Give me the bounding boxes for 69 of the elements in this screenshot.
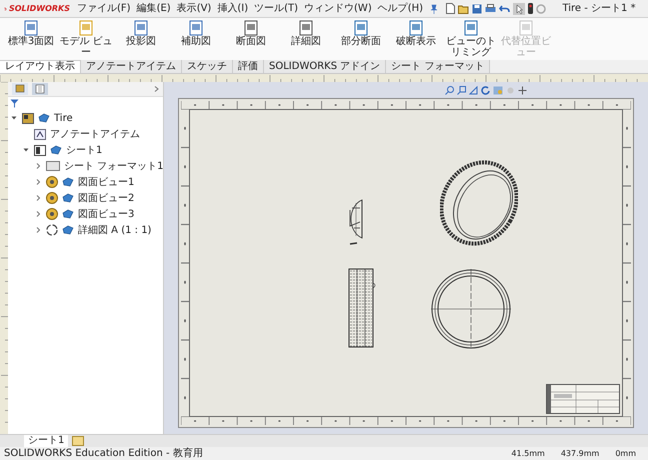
property-tab-icon[interactable] [32,83,48,95]
part-icon [62,177,74,187]
menu-item[interactable]: 挿入(I) [214,4,252,14]
tree-item[interactable]: アノテートアイテム [50,126,140,142]
ribbon-button[interactable]: 投影図 [114,20,168,59]
ribbon-button[interactable]: 詳細図 [279,20,333,59]
menu-item[interactable]: ヘルプ(H) [374,4,426,14]
part-icon [62,209,74,219]
feature-manager-tab-icon[interactable] [12,83,28,95]
menu-item[interactable]: ウィンドウ(W) [301,4,375,14]
collapse-arrow-icon[interactable] [23,147,29,153]
traffic-light-icon[interactable] [528,3,534,14]
view-icon [46,176,58,188]
zoom-area-icon[interactable] [457,86,466,94]
status-text: SOLIDWORKS Education Edition - 教育用 [4,448,204,458]
detail-view-icon [46,224,58,236]
save-icon[interactable] [472,4,482,14]
annotation-icon [34,128,46,140]
zoom-fit-icon[interactable] [445,86,454,94]
new-document-icon[interactable] [446,3,456,14]
command-tab[interactable]: スケッチ [182,60,233,73]
rotate-icon[interactable] [481,86,490,94]
ribbon-button[interactable]: 部分断面 [334,20,388,59]
menu-item[interactable]: 表示(V) [174,4,214,14]
menu-item[interactable]: 編集(E) [134,4,174,14]
ribbon-button[interactable]: 標準3面図 [4,20,58,59]
tree-item[interactable]: 図面ビュー3 [78,206,134,222]
command-tab[interactable]: 評価 [233,60,264,73]
command-tab[interactable]: レイアウト表示 [0,60,81,73]
window-title: Tire - シート1 * [562,4,636,14]
undo-icon[interactable] [499,4,510,14]
sheet-icon [34,144,46,156]
drawing-icon [22,112,34,124]
ribbon-button[interactable]: モデル ビュー [59,20,113,59]
menu-item[interactable]: ファイル(F) [74,4,134,14]
part-icon [62,225,74,235]
view-icon [46,208,58,220]
tree-item[interactable]: シート フォーマット1 [64,158,164,174]
command-tab[interactable]: シート フォーマット [386,60,490,73]
tree-item[interactable]: 図面ビュー1 [78,174,134,190]
part-icon [38,113,50,123]
app-logo: SOLIDWORKS [8,4,70,12]
collapse-arrow-icon[interactable] [11,115,17,121]
move-icon[interactable] [518,86,527,94]
filter-icon[interactable] [10,99,19,108]
view-icon [46,192,58,204]
menu-item[interactable]: ツール(T) [251,4,302,14]
ribbon-button[interactable]: 断面図 [224,20,278,59]
tree-item[interactable]: 詳細図 A (1 : 1) [78,222,152,238]
ribbon-button[interactable]: 補助図 [169,20,223,59]
part-icon [62,193,74,203]
command-tab[interactable]: アノテートアイテム [81,60,182,73]
open-folder-icon[interactable] [458,4,470,14]
status-readout: 437.9mm [560,450,600,458]
pin-icon[interactable] [430,4,438,14]
add-sheet-icon[interactable] [72,436,84,446]
status-readout: 41.5mm [510,450,546,458]
tree-item[interactable]: Tire [54,110,73,126]
select-cursor-icon[interactable] [513,2,526,14]
ribbon-button[interactable]: ビューのトリミング [444,20,498,59]
ribbon-button[interactable]: 破断表示 [389,20,443,59]
print-icon[interactable] [485,4,496,14]
format-icon [46,161,60,171]
sheet-tab[interactable]: シート1 [24,435,68,447]
status-readout: 0mm [614,450,637,458]
tree-item[interactable]: 図面ビュー2 [78,190,134,206]
command-tab[interactable]: SOLIDWORKS アドイン [264,60,386,73]
tree-item[interactable]: シート1 [66,142,102,158]
part-icon [50,145,62,155]
